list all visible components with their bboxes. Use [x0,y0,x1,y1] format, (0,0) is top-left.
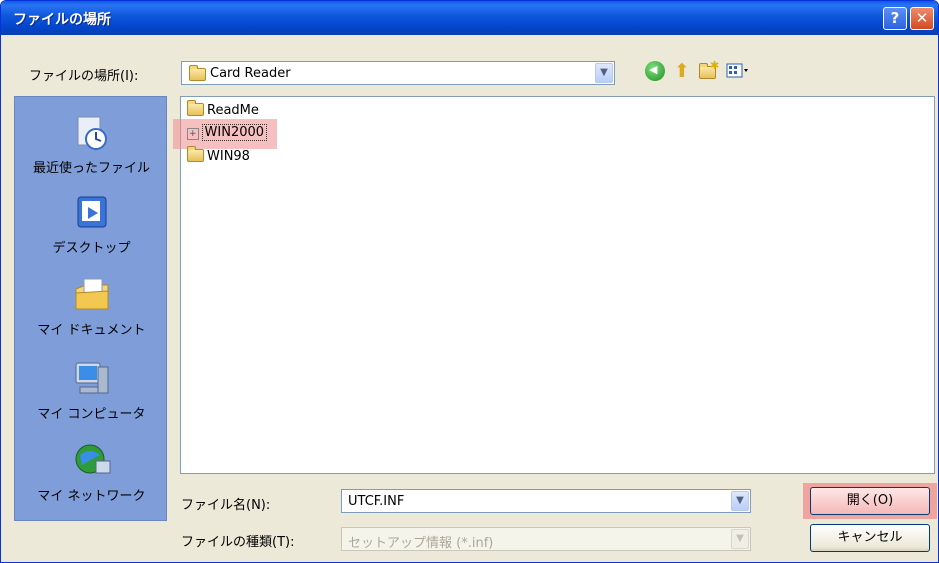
filename-input[interactable]: UTCF.INF ▼ [341,489,751,513]
my-computer-icon [72,359,112,399]
lookin-value: Card Reader [210,66,291,81]
filetype-dropdown[interactable]: セットアップ情報 (*.inf) ▼ [341,527,751,551]
place-my-computer[interactable]: マイ コンピュータ [15,359,168,422]
open-button[interactable]: 開く(O) [810,487,930,515]
views-menu-icon[interactable] [726,61,750,81]
place-label: マイ ドキュメント [37,323,146,338]
filetype-value: セットアップ情報 (*.inf) [348,536,494,551]
lookin-label: ファイルの場所(I): [29,69,139,84]
filename-value: UTCF.INF [348,494,405,509]
place-desktop[interactable]: デスクトップ [15,193,168,256]
lookin-dropdown[interactable]: Card Reader ▼ [181,61,615,85]
list-item[interactable]: ReadMe [187,100,259,121]
places-bar: 最近使ったファイル デスクトップ マイ ドキュメント マイ コンピュータ マイ … [14,96,167,521]
filetype-label: ファイルの種類(T): [181,535,295,550]
expand-plus-icon: + [187,128,199,140]
sparkle-icon: ✱ [710,59,720,72]
window-title: ファイルの場所 [13,12,111,28]
my-network-icon [72,441,112,481]
folder-icon [189,65,206,81]
recent-documents-icon [72,113,112,153]
place-label: マイ コンピュータ [37,407,146,422]
place-my-network[interactable]: マイ ネットワーク [15,441,168,504]
my-documents-icon [72,275,112,315]
file-name: WIN98 [207,149,250,164]
file-name: ReadMe [207,103,259,118]
folder-icon [187,100,204,116]
place-label: マイ ネットワーク [37,489,146,504]
file-name: WIN2000 [201,124,268,141]
help-button[interactable]: ? [883,7,907,30]
title-bar[interactable]: ファイルの場所 ? ✕ [1,1,938,35]
place-label: 最近使ったファイル [32,161,150,176]
up-folder-icon[interactable]: ⬆ [672,61,692,81]
place-recent[interactable]: 最近使ったファイル [15,113,168,176]
cancel-button[interactable]: キャンセル [810,524,930,552]
place-my-documents[interactable]: マイ ドキュメント [15,275,168,338]
chevron-down-icon[interactable]: ▼ [595,63,613,83]
chevron-down-icon[interactable]: ▼ [731,529,749,549]
file-list[interactable]: ReadMe + WIN2000 WIN98 [173,96,935,474]
desktop-icon [72,193,112,233]
new-folder-icon[interactable]: ✱ [698,59,720,81]
folder-icon [187,146,204,162]
place-label: デスクトップ [52,241,131,256]
filename-label: ファイル名(N): [181,498,271,513]
list-item[interactable]: + WIN2000 [187,124,268,143]
chevron-down-icon[interactable]: ▼ [731,491,749,511]
close-button[interactable]: ✕ [910,7,934,30]
file-open-dialog: ファイルの場所 ? ✕ ファイルの場所(I): Card Reader ▼ ⬆ … [0,0,939,563]
back-icon[interactable] [645,61,665,81]
list-item[interactable]: WIN98 [187,146,250,167]
